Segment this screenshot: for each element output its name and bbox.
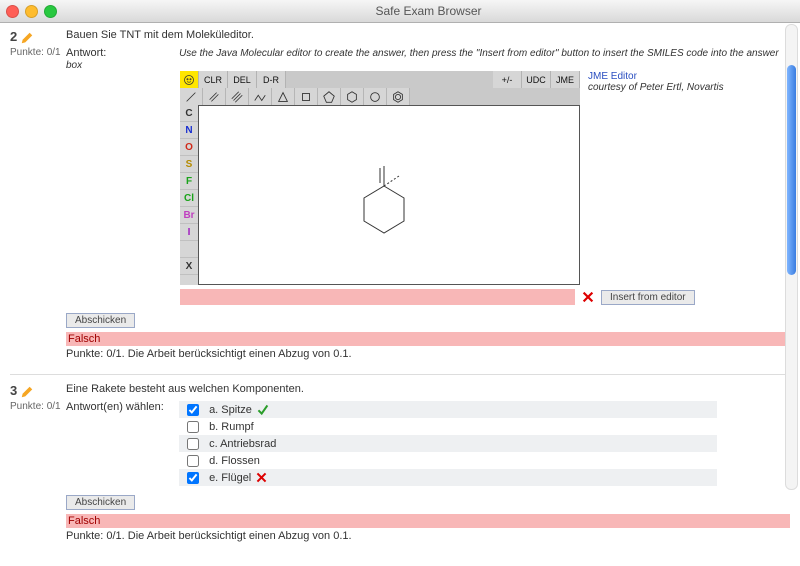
- choice-row: d. Flossen: [179, 452, 717, 469]
- charge-button[interactable]: +/-: [493, 71, 522, 88]
- edit-icon[interactable]: [20, 31, 34, 45]
- jme-button[interactable]: JME: [551, 71, 580, 88]
- choice-row: a. Spitze: [179, 401, 717, 418]
- editor-toolbar-1: CLR DEL D-R +/- UDC JME: [180, 71, 580, 88]
- delete-button[interactable]: DEL: [228, 71, 257, 88]
- smiles-answer-input[interactable]: [180, 289, 575, 305]
- edit-icon[interactable]: [20, 385, 34, 399]
- window-titlebar: Safe Exam Browser: [0, 0, 800, 23]
- atom-C-button[interactable]: C: [180, 105, 198, 122]
- atom-palette: CNOSFClBrIX: [180, 105, 198, 285]
- question-2-points: Punkte: 0/1: [10, 47, 66, 58]
- atom-O-button[interactable]: O: [180, 139, 198, 156]
- chain-icon[interactable]: [249, 88, 272, 105]
- ring3-icon[interactable]: [272, 88, 295, 105]
- feedback-bar: Falsch: [66, 332, 790, 346]
- answer-label: Antwort:: [66, 47, 176, 59]
- choice-row: e. Flügel: [179, 469, 717, 486]
- divider: [10, 374, 790, 375]
- question-3-points: Punkte: 0/1: [10, 401, 66, 412]
- window-title: Safe Exam Browser: [63, 4, 794, 18]
- feedback-detail: Punkte: 0/1. Die Arbeit berücksichtigt e…: [66, 348, 790, 360]
- atom-X-button[interactable]: X: [180, 258, 198, 275]
- choice-checkbox[interactable]: [187, 421, 199, 433]
- submit-button[interactable]: Abschicken: [66, 313, 135, 328]
- insert-from-editor-button[interactable]: Insert from editor: [601, 290, 695, 305]
- choice-label: b. Rumpf: [209, 421, 254, 433]
- close-window-button[interactable]: [6, 5, 19, 18]
- wrong-icon: [255, 471, 268, 484]
- question-3-sidebar: 3 Punkte: 0/1: [10, 383, 66, 542]
- choice-checkbox[interactable]: [187, 455, 199, 467]
- editor-canvas[interactable]: [198, 105, 580, 285]
- choice-row: b. Rumpf: [179, 418, 717, 435]
- question-2-number: 2: [10, 29, 17, 44]
- atom-N-button[interactable]: N: [180, 122, 198, 139]
- bond-single-icon[interactable]: [180, 88, 203, 105]
- atom-Br-button[interactable]: Br: [180, 207, 198, 224]
- udc-button[interactable]: UDC: [522, 71, 551, 88]
- choice-checkbox[interactable]: [187, 404, 199, 416]
- atom-Cl-button[interactable]: Cl: [180, 190, 198, 207]
- choice-checkbox[interactable]: [187, 438, 199, 450]
- toolbar-spacer: [286, 71, 493, 88]
- credit-text: courtesy of Peter Ertl, Novartis: [588, 82, 724, 93]
- bond-triple-icon[interactable]: [226, 88, 249, 105]
- scrollbar-thumb[interactable]: [787, 65, 796, 275]
- atom-I-button[interactable]: I: [180, 224, 198, 241]
- dr-button[interactable]: D-R: [257, 71, 286, 88]
- minimize-window-button[interactable]: [25, 5, 38, 18]
- editor-credit: JME Editor courtesy of Peter Ertl, Novar…: [588, 71, 724, 285]
- correct-icon: [256, 403, 269, 416]
- benzene-icon[interactable]: [387, 88, 410, 105]
- question-2-sidebar: 2 Punkte: 0/1: [10, 29, 66, 360]
- choice-row: c. Antriebsrad: [179, 435, 717, 452]
- molecular-editor: CLR DEL D-R +/- UDC JME: [180, 71, 580, 285]
- atom-blank-button[interactable]: [180, 241, 198, 258]
- choice-label: e. Flügel: [209, 472, 251, 484]
- question-3: 3 Punkte: 0/1 Eine Rakete besteht aus we…: [10, 383, 790, 542]
- clear-button[interactable]: CLR: [199, 71, 228, 88]
- atom-F-button[interactable]: F: [180, 173, 198, 190]
- question-3-number: 3: [10, 383, 17, 398]
- choice-label: a. Spitze: [209, 404, 252, 416]
- wrong-icon: [581, 290, 595, 304]
- ring6-icon[interactable]: [341, 88, 364, 105]
- vertical-scrollbar[interactable]: [786, 24, 797, 490]
- feedback-bar: Falsch: [66, 514, 790, 528]
- bond-double-icon[interactable]: [203, 88, 226, 105]
- ring4-icon[interactable]: [295, 88, 318, 105]
- jme-link[interactable]: JME Editor: [588, 71, 637, 82]
- choice-label: d. Flossen: [209, 455, 260, 467]
- ring7-icon[interactable]: [364, 88, 387, 105]
- choice-list: a. Spitze b. Rumpf c. Antriebsrad d. Flosse…: [179, 401, 717, 486]
- question-2-prompt: Bauen Sie TNT mit dem Moleküleditor.: [66, 29, 790, 41]
- smiley-icon[interactable]: [180, 71, 199, 88]
- choice-checkbox[interactable]: [187, 472, 199, 484]
- zoom-window-button[interactable]: [44, 5, 57, 18]
- molecule-drawing: [349, 161, 419, 241]
- question-3-prompt: Eine Rakete besteht aus welchen Komponen…: [66, 383, 790, 395]
- question-2: 2 Punkte: 0/1 Bauen Sie TNT mit dem Mole…: [10, 29, 790, 360]
- atom-S-button[interactable]: S: [180, 156, 198, 173]
- editor-toolbar-2: [180, 88, 580, 105]
- submit-button[interactable]: Abschicken: [66, 495, 135, 510]
- page-content: 2 Punkte: 0/1 Bauen Sie TNT mit dem Mole…: [0, 23, 800, 566]
- answer-label: Antwort(en) wählen:: [66, 401, 176, 413]
- choice-label: c. Antriebsrad: [209, 438, 276, 450]
- ring5-icon[interactable]: [318, 88, 341, 105]
- feedback-detail: Punkte: 0/1. Die Arbeit berücksichtigt e…: [66, 530, 790, 542]
